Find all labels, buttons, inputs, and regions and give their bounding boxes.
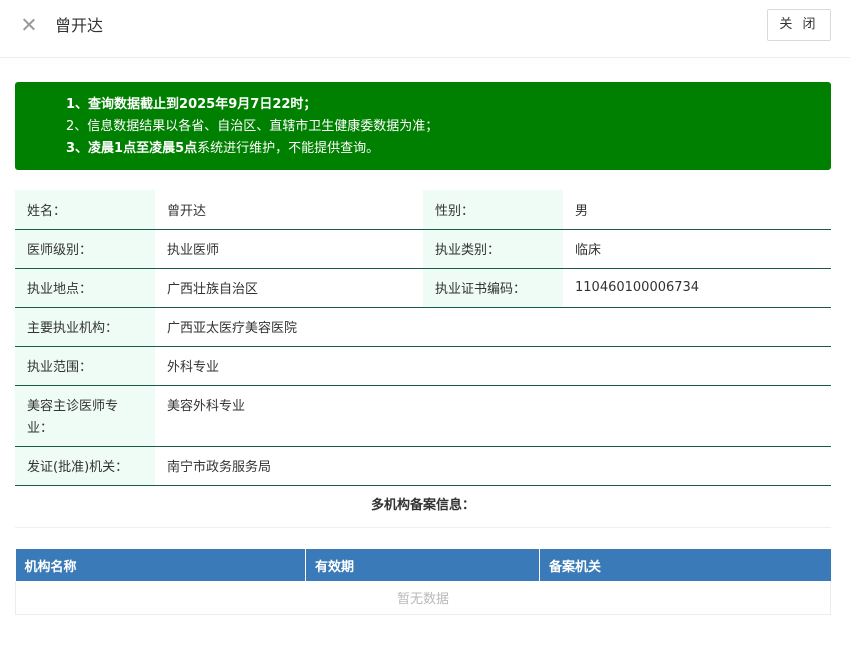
column-header-org-name[interactable]: 机构名称 xyxy=(15,549,306,581)
notice-line-3: 3、凌晨1点至凌晨5点系统进行维护，不能提供查询。 xyxy=(66,141,380,156)
level-label: 医师级别： xyxy=(15,229,155,269)
scope-label: 执业范围： xyxy=(15,346,155,386)
info-row: 执业地点： 广西壮族自治区 执业证书编码： 110460100006734 xyxy=(15,268,831,308)
level-value: 执业医师 xyxy=(155,229,423,269)
issuer-label: 发证(批准)机关： xyxy=(15,446,155,486)
org-label: 主要执业机构： xyxy=(15,307,155,347)
info-row: 主要执业机构： 广西亚太医疗美容医院 xyxy=(15,307,831,347)
cert-label: 执业证书编码： xyxy=(423,268,563,308)
name-label: 姓名： xyxy=(15,190,155,230)
doctor-info-table: 姓名： 曾开达 性别： 男 医师级别： 执业医师 执业类别： 临床 执业地点： … xyxy=(15,190,831,486)
gender-value: 男 xyxy=(563,190,831,230)
column-header-validity[interactable]: 有效期 xyxy=(305,549,540,581)
info-row: 美容主诊医师专业： 美容外科专业 xyxy=(15,385,831,447)
empty-placeholder: 暂无数据 xyxy=(15,581,831,615)
info-row: 姓名： 曾开达 性别： 男 xyxy=(15,190,831,230)
notice-banner: 1、查询数据截止到2025年9月7日22时； 2、信息数据结果以各省、自治区、直… xyxy=(15,82,831,170)
notice-line-1: 1、查询数据截止到2025年9月7日22时； xyxy=(66,97,317,112)
category-label: 执业类别： xyxy=(423,229,563,269)
close-button[interactable]: 关 闭 xyxy=(767,9,831,41)
table-row: 暂无数据 xyxy=(15,581,831,615)
close-icon[interactable] xyxy=(18,14,40,36)
dialog-title: 曾开达 xyxy=(55,16,104,35)
info-row: 执业范围： 外科专业 xyxy=(15,346,831,386)
table-header-row: 机构名称 有效期 备案机关 xyxy=(15,549,831,581)
cert-value: 110460100006734 xyxy=(563,268,831,308)
location-label: 执业地点： xyxy=(15,268,155,308)
scope-value: 外科专业 xyxy=(155,346,831,386)
notice-line-2: 2、信息数据结果以各省、自治区、直辖市卫生健康委数据为准； xyxy=(66,119,439,134)
cosmetic-label: 美容主诊医师专业： xyxy=(15,385,155,447)
name-value: 曾开达 xyxy=(155,190,423,230)
dialog-header: 曾开达 关 闭 xyxy=(0,0,850,58)
gender-label: 性别： xyxy=(423,190,563,230)
location-value: 广西壮族自治区 xyxy=(155,268,423,308)
cosmetic-value: 美容外科专业 xyxy=(155,385,831,447)
multi-org-table: 机构名称 有效期 备案机关 暂无数据 xyxy=(15,549,831,615)
issuer-value: 南宁市政务服务局 xyxy=(155,446,831,486)
info-row: 发证(批准)机关： 南宁市政务服务局 xyxy=(15,446,831,486)
multi-org-title: 多机构备案信息： xyxy=(15,485,831,528)
category-value: 临床 xyxy=(563,229,831,269)
org-value: 广西亚太医疗美容医院 xyxy=(155,307,831,347)
info-row: 医师级别： 执业医师 执业类别： 临床 xyxy=(15,229,831,269)
column-header-registrar[interactable]: 备案机关 xyxy=(539,549,831,581)
